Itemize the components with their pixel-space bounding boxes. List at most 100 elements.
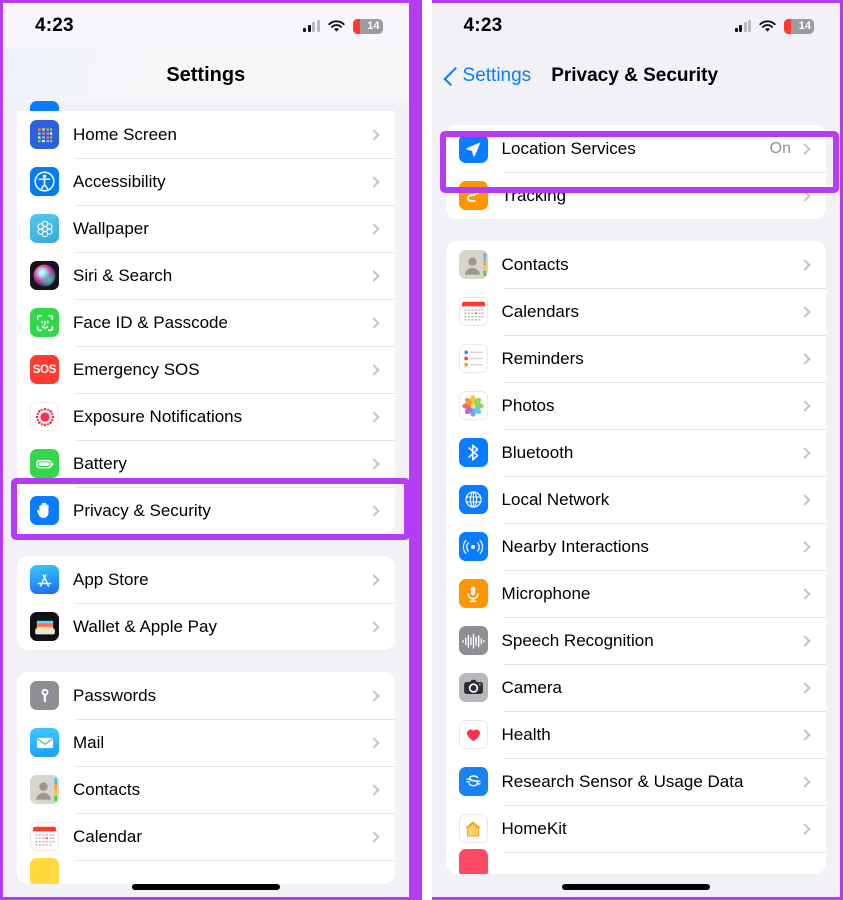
battery-settings-icon [30,449,59,478]
home-indicator [561,884,710,890]
list-item-bluetooth[interactable]: Bluetooth [446,429,826,476]
home-screen-icon [30,120,59,149]
settings-list-left[interactable]: Home Screen Accessibility Wallpaper Siri… [3,101,409,897]
panel-divider [408,0,422,900]
chevron-right-icon [799,352,811,365]
list-item-location-services[interactable]: Location Services On [446,125,826,172]
sidebar-item-contacts[interactable]: Contacts [17,766,395,813]
contacts-icon [30,775,59,804]
chevron-right-icon [367,457,380,470]
list-item-label: Contacts [501,254,569,274]
chevron-right-icon [799,587,811,600]
nearby-interactions-icon [458,532,488,561]
chevron-right-icon [367,573,380,586]
sidebar-item-mail[interactable]: Mail [17,719,395,766]
list-item-label: Health [501,724,551,744]
list-item-homekit[interactable]: HomeKit [446,805,826,852]
list-item-photos[interactable]: Photos [446,382,826,429]
chevron-right-icon [799,493,811,506]
sidebar-item-app-store[interactable]: App Store [17,556,395,603]
chevron-right-icon [799,822,811,835]
app-store-icon [30,565,59,594]
exposure-notifications-icon [30,402,59,431]
list-item-partial[interactable] [446,848,826,874]
accessibility-icon [30,167,59,196]
tracking-icon [458,181,488,210]
photos-icon [458,391,488,420]
chevron-right-icon [367,128,380,141]
sidebar-item-label: Passwords [73,685,157,705]
system-group: Home Screen Accessibility Wallpaper Siri… [17,111,395,534]
sidebar-item-home-screen[interactable]: Home Screen [17,111,395,158]
notes-icon [30,857,59,884]
comparison-screenshot: 4:23 14 Settings Home Screen Accessibili… [0,0,843,900]
sidebar-item-calendar[interactable]: Calendar [17,813,395,860]
battery-level: 14 [367,19,380,32]
back-button[interactable]: Settings [442,65,531,87]
chevron-right-icon [367,410,380,423]
wifi-icon [327,19,345,33]
chevron-right-icon [799,142,811,155]
battery-level: 14 [798,19,811,32]
list-item-reminders[interactable]: Reminders [446,335,826,382]
sidebar-item-label: Siri & Search [73,265,173,285]
chevron-right-icon [367,783,380,796]
sidebar-item-wallpaper[interactable]: Wallpaper [17,205,395,252]
sidebar-item-wallet[interactable]: Wallet & Apple Pay [17,603,395,650]
chevron-right-icon [799,189,811,202]
homekit-icon [458,814,488,843]
sidebar-item-battery[interactable]: Battery [17,440,395,487]
list-item-contacts[interactable]: Contacts [446,241,826,288]
list-item-calendars[interactable]: Calendars [446,288,826,335]
list-item-microphone[interactable]: Microphone [446,570,826,617]
list-item-label: Research Sensor & Usage Data [501,771,744,791]
sidebar-item-privacy-security[interactable]: Privacy & Security [17,487,395,534]
list-item-label: Tracking [501,185,567,205]
list-item-local-network[interactable]: Local Network [446,476,826,523]
chevron-right-icon [799,399,811,412]
sidebar-item-label: Exposure Notifications [73,406,243,426]
chevron-right-icon [367,175,380,188]
list-item-label: Photos [501,395,555,415]
wallet-icon [30,612,59,641]
chevron-right-icon [367,830,380,843]
camera-icon [458,673,488,702]
sidebar-item-label: Battery [73,453,127,473]
list-item-nearby-interactions[interactable]: Nearby Interactions [446,523,826,570]
list-item-label: HomeKit [501,818,567,838]
chevron-right-icon [367,689,380,702]
list-item-health[interactable]: Health [446,711,826,758]
sidebar-item-accessibility[interactable]: Accessibility [17,158,395,205]
sidebar-item-exposure-notifications[interactable]: Exposure Notifications [17,393,395,440]
status-time: 4:23 [463,15,503,36]
calendar-icon [30,822,59,851]
status-value: On [769,139,791,157]
nav-header-left: Settings [3,49,409,101]
sidebar-item-partial[interactable] [17,857,395,884]
wallpaper-icon [30,214,59,243]
sidebar-item-passwords[interactable]: Passwords [17,672,395,719]
sidebar-item-label: Accessibility [73,171,166,191]
research-sensor-icon [458,767,488,796]
left-phone-screen: 4:23 14 Settings Home Screen Accessibili… [0,0,409,900]
list-item-label: Calendars [501,301,580,321]
chevron-right-icon [367,363,380,376]
chevron-right-icon [799,446,811,459]
chevron-right-icon [367,504,380,517]
status-bar-right: 4:23 14 [431,3,840,49]
list-item-tracking[interactable]: Tracking [446,172,826,219]
sidebar-item-siri-search[interactable]: Siri & Search [17,252,395,299]
list-item-speech-recognition[interactable]: Speech Recognition [446,617,826,664]
list-item-label: Bluetooth [501,442,574,462]
chevron-right-icon [799,681,811,694]
sidebar-item-emergency-sos[interactable]: SOS Emergency SOS [17,346,395,393]
cellular-signal-icon [303,20,320,32]
location-services-icon [458,134,488,163]
sidebar-item-face-id[interactable]: Face ID & Passcode [17,299,395,346]
list-item-camera[interactable]: Camera [446,664,826,711]
media-apps-icon [458,848,488,874]
list-item-research-sensor[interactable]: Research Sensor & Usage Data [446,758,826,805]
privacy-list[interactable]: Location Services On Tracking Contacts C… [432,103,840,897]
face-id-icon [30,308,59,337]
accounts-group: Passwords Mail Contacts Calendar [17,672,395,884]
